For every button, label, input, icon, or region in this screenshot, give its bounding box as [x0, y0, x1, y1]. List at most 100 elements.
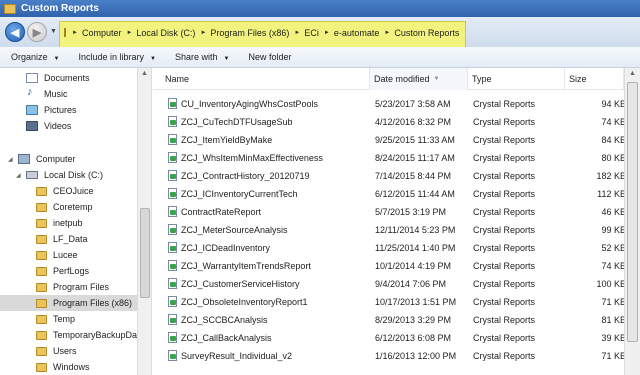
crystal-report-file-icon [168, 242, 177, 253]
file-name-cell[interactable]: ZCJ_ICDeadInventory [168, 239, 370, 256]
file-name-cell[interactable]: ZCJ_ContractHistory_20120719 [168, 167, 370, 184]
file-type: Crystal Reports [473, 152, 536, 163]
sidebar-item-documents[interactable]: Documents [26, 70, 90, 86]
file-date-modified: 8/24/2015 11:17 AM [375, 152, 455, 163]
column-header-type[interactable]: Type [468, 68, 565, 90]
breadcrumb-custom-reports[interactable]: ► Custom Reports [384, 28, 459, 38]
file-date-modified: 10/1/2014 4:19 PM [375, 260, 452, 271]
sidebar-scrollbar[interactable]: ▲ [137, 68, 151, 375]
table-row[interactable]: ZCJ_CallBackAnalysis 6/12/2013 6:08 PM Cry… [153, 329, 640, 346]
scrollbar-thumb[interactable] [627, 82, 638, 342]
new-folder-button[interactable]: New folder [248, 52, 291, 62]
pictures-icon [26, 105, 38, 115]
sidebar-item-local-disk[interactable]: ◢ Local Disk (C:) [16, 167, 103, 183]
chevron-right-icon[interactable]: ► [384, 30, 390, 36]
chevron-right-icon[interactable]: ► [126, 30, 132, 36]
file-name-cell[interactable]: ZCJ_CallBackAnalysis [168, 329, 370, 346]
table-row[interactable]: ZCJ_ICInventoryCurrentTech 6/12/2015 11:4… [153, 185, 640, 202]
sidebar-item-videos[interactable]: Videos [26, 118, 71, 134]
file-name-cell[interactable]: ZCJ_SCCBCAnalysis [168, 311, 370, 328]
sidebar-item-folder[interactable]: LF_Data [36, 231, 88, 247]
scrollbar-thumb[interactable] [140, 208, 150, 298]
crystal-report-file-icon [168, 116, 177, 127]
sort-descending-icon: ▼ [433, 76, 440, 82]
file-name-cell[interactable]: ZCJ_CustomerServiceHistory [168, 275, 370, 292]
folder-icon [64, 28, 66, 37]
scroll-up-icon[interactable]: ▲ [141, 70, 148, 77]
file-name: ZCJ_WhsItemMinMaxEffectiveness [181, 152, 323, 163]
table-row[interactable]: ZCJ_CustomerServiceHistory 9/4/2014 7:06 … [153, 275, 640, 292]
chevron-right-icon[interactable]: ► [294, 30, 300, 36]
scroll-up-icon[interactable]: ▲ [629, 70, 636, 77]
file-name: ZCJ_CustomerServiceHistory [181, 278, 300, 289]
sidebar-item-folder[interactable]: PerfLogs [36, 263, 89, 279]
table-row[interactable]: ZCJ_WarrantyItemTrendsReport 10/1/2014 4:… [153, 257, 640, 274]
sidebar-item-folder[interactable]: Temp [36, 311, 75, 327]
sidebar-item-pictures[interactable]: Pictures [26, 102, 77, 118]
crystal-report-file-icon [168, 152, 177, 163]
crystal-report-file-icon [168, 170, 177, 181]
file-name-cell[interactable]: ZCJ_WhsItemMinMaxEffectiveness [168, 149, 370, 166]
chevron-right-icon[interactable]: ► [324, 30, 330, 36]
table-row[interactable]: ZCJ_WhsItemMinMaxEffectiveness 8/24/2015 … [153, 149, 640, 166]
column-header-name[interactable]: Name [153, 68, 370, 90]
forward-button[interactable]: ▶ [27, 22, 47, 42]
file-size: 52 KB [601, 242, 626, 253]
file-name-cell[interactable]: ZCJ_CuTechDTFUsageSub [168, 113, 370, 130]
history-dropdown-icon[interactable]: ▼ [50, 28, 57, 35]
file-date-modified: 6/12/2013 6:08 PM [375, 332, 452, 343]
sidebar-item-music[interactable]: Music [26, 86, 68, 102]
column-header-size[interactable]: Size [565, 68, 624, 90]
collapse-icon[interactable]: ◢ [16, 172, 22, 179]
table-row[interactable]: SurveyResult_Individual_v2 1/16/2013 12:0… [153, 347, 640, 364]
folder-icon [36, 218, 47, 228]
table-row[interactable]: ZCJ_CuTechDTFUsageSub 4/12/2016 8:32 PM Cr… [153, 113, 640, 130]
file-type: Crystal Reports [473, 350, 536, 361]
sidebar-item-folder[interactable]: Windows [36, 359, 90, 375]
file-name-cell[interactable]: ZCJ_ItemYieldByMake [168, 131, 370, 148]
table-row[interactable]: ContractRateReport 5/7/2015 3:19 PM Crysta… [153, 203, 640, 220]
breadcrumb-e-automate[interactable]: ► e-automate [324, 28, 379, 38]
include-in-library-button[interactable]: Include in library ▼ [78, 52, 155, 62]
sidebar-item-folder[interactable]: Program Files [36, 279, 109, 295]
sidebar-item-folder-selected[interactable]: Program Files (x86) [0, 295, 137, 311]
table-row[interactable]: ZCJ_SCCBCAnalysis 8/29/2013 3:29 PM Crysta… [153, 311, 640, 328]
chevron-right-icon[interactable]: ► [200, 30, 206, 36]
folder-icon [36, 282, 47, 292]
table-row[interactable]: ZCJ_ICDeadInventory 11/25/2014 1:40 PM Cry… [153, 239, 640, 256]
breadcrumb-eci[interactable]: ► ECi [294, 28, 318, 38]
sidebar-item-folder[interactable]: inetpub [36, 215, 83, 231]
table-row[interactable]: CU_InventoryAgingWhsCostPools 5/23/2017 3… [153, 95, 640, 112]
sidebar-item-folder[interactable]: Users [36, 343, 77, 359]
file-list-scrollbar[interactable]: ▲ [624, 68, 640, 375]
table-row[interactable]: ZCJ_ItemYieldByMake 9/25/2015 11:33 AM Cry… [153, 131, 640, 148]
sidebar-item-computer[interactable]: ◢ Computer [8, 151, 76, 167]
sidebar-item-folder[interactable]: TemporaryBackupData [36, 327, 145, 343]
organize-button[interactable]: Organize ▼ [11, 52, 59, 62]
file-name-cell[interactable]: CU_InventoryAgingWhsCostPools [168, 95, 370, 112]
file-type: Crystal Reports [473, 170, 536, 181]
file-size: 80 KB [601, 152, 626, 163]
column-header-date-modified[interactable]: Date modified ▼ [370, 68, 468, 90]
breadcrumb-local-disk[interactable]: ► Local Disk (C:) [126, 28, 195, 38]
table-row[interactable]: ZCJ_ObsoleteInventoryReport1 10/17/2013 1… [153, 293, 640, 310]
sidebar-item-folder[interactable]: Coretemp [36, 199, 93, 215]
sidebar-item-folder[interactable]: Lucee [36, 247, 78, 263]
collapse-icon[interactable]: ◢ [8, 156, 14, 163]
file-name-cell[interactable]: SurveyResult_Individual_v2 [168, 347, 370, 364]
file-name-cell[interactable]: ZCJ_WarrantyItemTrendsReport [168, 257, 370, 274]
file-name-cell[interactable]: ZCJ_MeterSourceAnalysis [168, 221, 370, 238]
breadcrumb-computer[interactable]: ► Computer [72, 28, 121, 38]
sidebar-item-folder[interactable]: CEOJuice [36, 183, 94, 199]
file-name-cell[interactable]: ZCJ_ObsoleteInventoryReport1 [168, 293, 370, 310]
file-name-cell[interactable]: ZCJ_ICInventoryCurrentTech [168, 185, 370, 202]
file-name-cell[interactable]: ContractRateReport [168, 203, 370, 220]
breadcrumb-program-files-x86[interactable]: ► Program Files (x86) [200, 28, 289, 38]
table-row[interactable]: ZCJ_MeterSourceAnalysis 12/11/2014 5:23 P… [153, 221, 640, 238]
share-with-button[interactable]: Share with ▼ [175, 52, 229, 62]
file-size: 39 KB [601, 332, 626, 343]
file-date-modified: 7/14/2015 8:44 PM [375, 170, 452, 181]
table-row[interactable]: ZCJ_ContractHistory_20120719 7/14/2015 8:… [153, 167, 640, 184]
chevron-right-icon[interactable]: ► [72, 30, 78, 36]
back-button[interactable]: ◀ [5, 22, 25, 42]
